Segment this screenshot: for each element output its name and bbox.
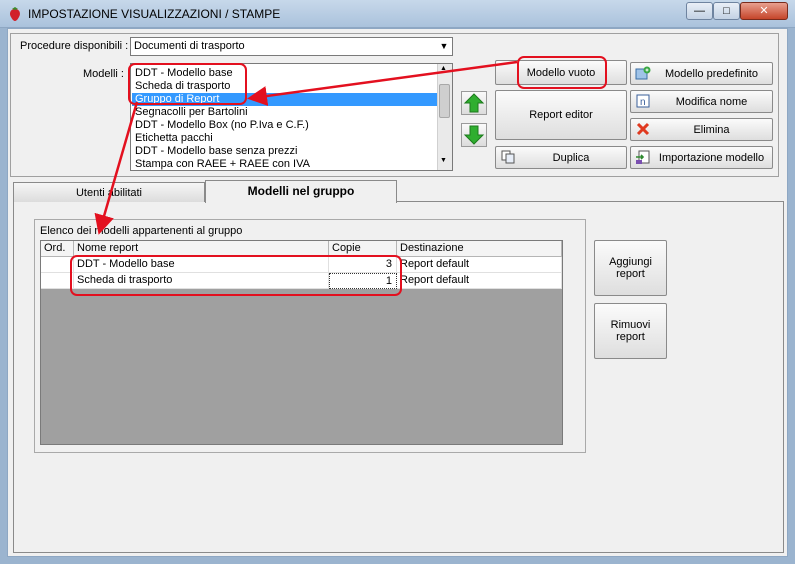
scroll-thumb[interactable] xyxy=(439,84,450,118)
move-up-button[interactable] xyxy=(461,91,487,115)
aggiungi-report-label: Aggiungi report xyxy=(609,256,652,280)
scroll-down-icon[interactable]: ▼ xyxy=(440,157,447,164)
elimina-label: Elimina xyxy=(693,123,730,136)
close-button[interactable]: ✕ xyxy=(740,2,788,20)
procedure-select-value: Documenti di trasporto xyxy=(134,40,245,52)
modelli-label: Modelli : xyxy=(83,68,124,80)
list-item[interactable]: DDT - Modello Box (no P.Iva e C.F.) xyxy=(135,119,309,131)
window-title: IMPOSTAZIONE VISUALIZZAZIONI / STAMPE xyxy=(28,7,281,21)
column-header-destinazione[interactable]: Destinazione xyxy=(397,241,562,257)
group-caption: Elenco dei modelli appartenenti al grupp… xyxy=(40,225,243,237)
move-down-button[interactable] xyxy=(461,123,487,147)
svg-text:n: n xyxy=(640,97,646,108)
list-scrollbar[interactable]: ▲ ▼ xyxy=(437,64,452,170)
tab-modelli-nel-gruppo[interactable]: Modelli nel gruppo xyxy=(205,180,397,203)
modifica-nome-label: Modifica nome xyxy=(675,95,748,108)
importazione-modello-label: Importazione modello xyxy=(658,151,765,164)
duplica-label: Duplica xyxy=(552,151,590,164)
list-item[interactable]: Segnacolli per Bartolini xyxy=(135,106,248,118)
import-icon xyxy=(635,150,651,168)
chevron-down-icon[interactable]: ▼ xyxy=(436,38,452,55)
modello-predefinito-button[interactable]: Modello predefinito xyxy=(630,62,773,85)
tab-utenti-abilitati[interactable]: Utenti abilitati xyxy=(13,182,205,202)
delete-x-icon xyxy=(636,122,650,139)
importazione-modello-button[interactable]: Importazione modello xyxy=(630,146,773,169)
table-cell-destinazione[interactable]: Report default xyxy=(397,273,562,289)
modifica-nome-button[interactable]: n Modifica nome xyxy=(630,90,773,113)
rimuovi-report-button[interactable]: Rimuovi report xyxy=(594,303,667,359)
minimize-button[interactable]: — xyxy=(686,2,713,20)
modello-predefinito-label: Modello predefinito xyxy=(665,67,758,80)
rimuovi-report-label: Rimuovi report xyxy=(610,319,651,343)
scroll-up-icon[interactable]: ▲ xyxy=(440,65,447,72)
aggiungi-report-button[interactable]: Aggiungi report xyxy=(594,240,667,296)
arrow-down-green-icon xyxy=(463,125,485,145)
duplica-button[interactable]: Duplica xyxy=(495,146,627,169)
list-item[interactable]: DDT - Modello base senza prezzi xyxy=(135,145,297,157)
arrow-up-green-icon xyxy=(463,93,485,113)
report-editor-button[interactable]: Report editor xyxy=(495,90,627,140)
rename-icon: n xyxy=(636,94,650,111)
list-item[interactable]: Stampa con RAEE + RAEE con IVA xyxy=(135,158,310,170)
annotation-box-models xyxy=(128,63,247,105)
table-cell-destinazione[interactable]: Report default xyxy=(397,257,562,273)
procedure-select[interactable]: Documenti di trasporto ▼ xyxy=(130,37,453,56)
annotation-box-group-rows xyxy=(70,255,402,296)
procedure-label: Procedure disponibili : xyxy=(20,40,129,52)
report-editor-label: Report editor xyxy=(529,109,593,121)
column-header-ord[interactable]: Ord. xyxy=(41,241,74,257)
duplicate-icon xyxy=(501,150,515,167)
default-model-icon xyxy=(635,66,651,84)
maximize-button[interactable]: □ xyxy=(713,2,740,20)
annotation-box-modello-vuoto xyxy=(517,56,607,89)
elimina-button[interactable]: Elimina xyxy=(630,118,773,141)
list-item[interactable]: Etichetta pacchi xyxy=(135,132,213,144)
strawberry-icon xyxy=(8,6,22,22)
